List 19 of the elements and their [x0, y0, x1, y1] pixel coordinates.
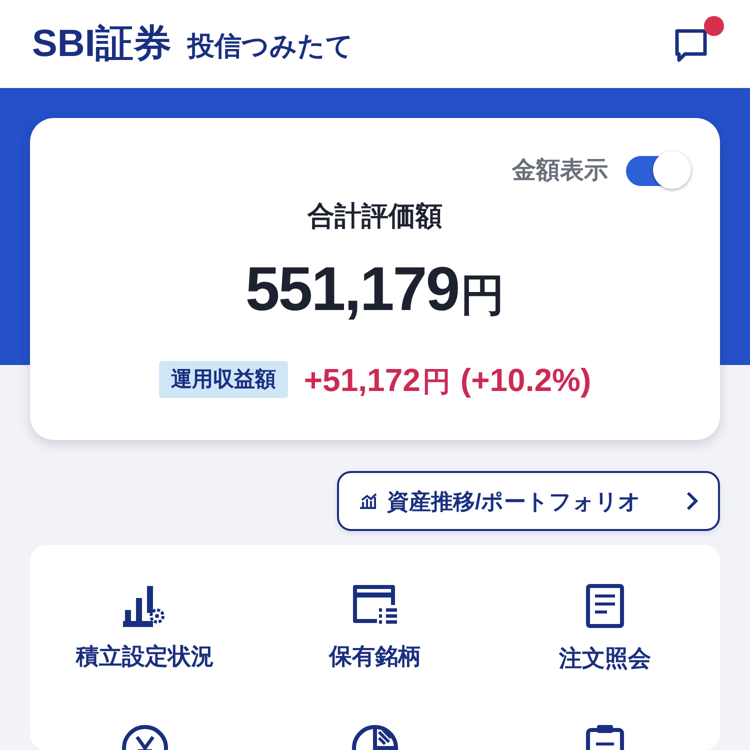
profit-unit: 円 — [422, 364, 450, 398]
menu-item[interactable]: 注文照会 — [490, 583, 720, 676]
logo: SBI証券 — [32, 22, 172, 66]
card-list-icon — [351, 583, 399, 627]
document-icon — [585, 583, 625, 629]
yen-unit: 円 — [460, 270, 505, 322]
chat-icon[interactable] — [674, 28, 708, 64]
profit-amount: +51,172 — [304, 360, 420, 400]
menu-item[interactable]: 積立設定状況 — [30, 583, 260, 676]
total-amount: 551,179 — [245, 254, 459, 326]
menu-item[interactable]: 保有銘柄 — [260, 583, 490, 676]
portfolio-button[interactable]: 資産推移/ポートフォリオ — [337, 471, 720, 531]
profit-rate: (+10.2%) — [460, 360, 592, 400]
chart-icon — [359, 493, 377, 509]
app-title: 投信つみたて — [187, 30, 354, 63]
profit-label: 運用収益額 — [158, 360, 288, 398]
chevron-right-icon — [686, 491, 698, 511]
toggle-label: 金額表示 — [512, 156, 608, 186]
total-label: 合計評価額 — [308, 200, 442, 233]
